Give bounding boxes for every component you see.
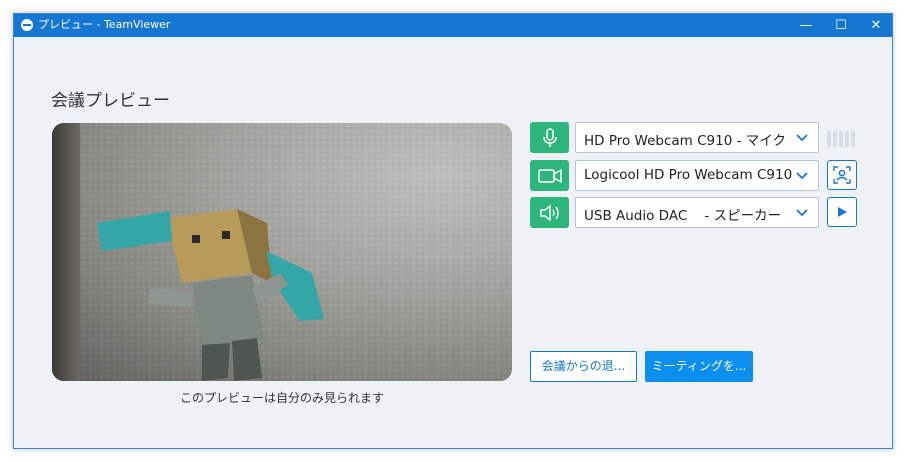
title-bar[interactable]: プレビュー - TeamViewer — ☐ ✕ — [14, 14, 892, 37]
maximize-button[interactable]: ☐ — [825, 14, 857, 37]
camera-button[interactable] — [530, 160, 569, 191]
microphone-icon — [542, 127, 557, 147]
close-button[interactable]: ✕ — [860, 14, 892, 37]
camera-icon — [537, 168, 562, 183]
chevron-down-icon[interactable] — [786, 161, 818, 190]
background-blur-button[interactable] — [827, 160, 857, 190]
page-title: 会議プレビュー — [51, 91, 170, 111]
preview-figure — [80, 123, 512, 381]
speaker-icon — [539, 204, 559, 221]
microphone-select-value: HD Pro Webcam C910 - マイク — [584, 133, 786, 149]
minimize-button[interactable]: — — [790, 14, 822, 37]
speaker-button[interactable] — [530, 197, 569, 228]
camera-select[interactable]: Logicool HD Pro Webcam C910 — [575, 160, 819, 191]
chevron-down-icon[interactable] — [786, 123, 818, 152]
window-title: プレビュー - TeamViewer — [38, 18, 171, 31]
speaker-select-value: USB Audio DAC - スピーカー — [584, 208, 782, 224]
play-icon — [838, 207, 847, 217]
test-speaker-button[interactable] — [827, 197, 857, 227]
teamviewer-window: プレビュー - TeamViewer — ☐ ✕ 会議プレビュー このプレビュー… — [13, 13, 893, 449]
person-frame-icon — [833, 166, 851, 184]
camera-preview — [52, 123, 512, 381]
preview-caption: このプレビューは自分のみ見られます — [179, 391, 384, 405]
microphone-button[interactable] — [530, 122, 569, 153]
camera-select-value: Logicool HD Pro Webcam C910 — [584, 167, 793, 183]
audio-level-meter — [827, 131, 859, 147]
microphone-select[interactable]: HD Pro Webcam C910 - マイク — [575, 122, 819, 153]
start-meeting-button[interactable]: ミーティングを... — [645, 351, 753, 382]
teamviewer-logo-icon — [21, 19, 33, 31]
chevron-down-icon[interactable] — [786, 198, 818, 227]
leave-meeting-button[interactable]: 会議からの退... — [530, 351, 637, 382]
speaker-select[interactable]: USB Audio DAC - スピーカー — [575, 197, 819, 228]
